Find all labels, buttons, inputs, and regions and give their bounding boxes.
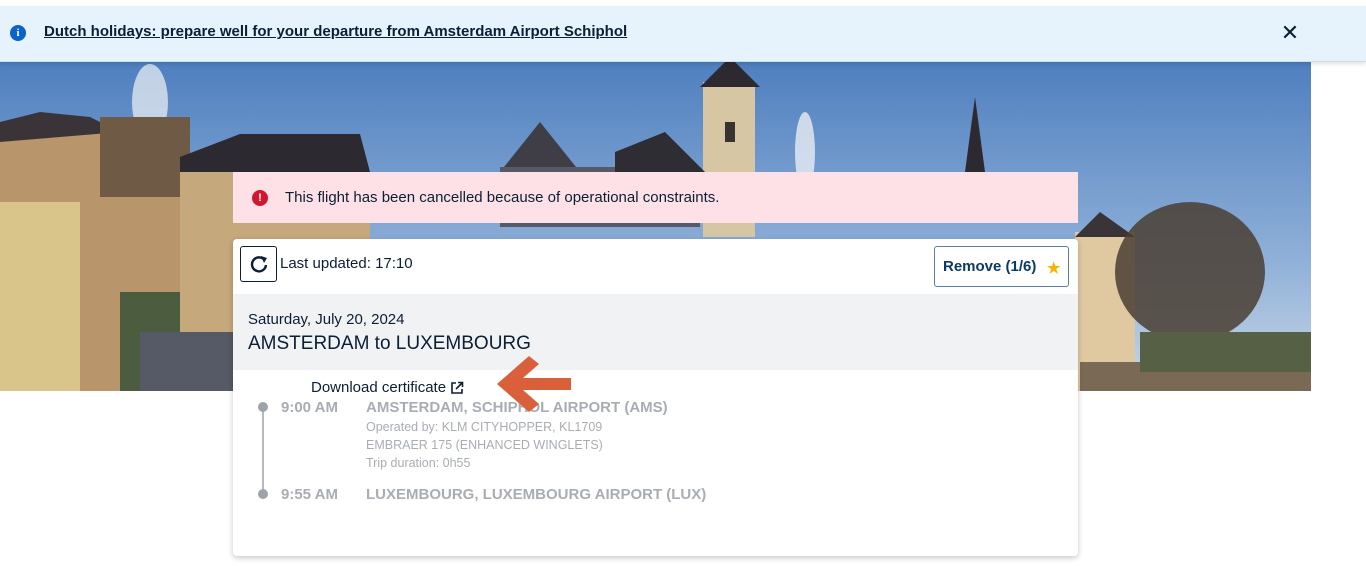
download-certificate-label: Download certificate xyxy=(311,379,447,396)
info-icon: i xyxy=(10,25,26,41)
departure-dot xyxy=(258,402,268,412)
close-icon[interactable]: ✕ xyxy=(1280,22,1300,44)
arrival-time: 9:55 AM xyxy=(281,486,338,503)
flight-header: Saturday, July 20, 2024 AMSTERDAM to LUX… xyxy=(233,294,1078,370)
star-icon: ★ xyxy=(1047,260,1061,277)
cancellation-alert: ! This flight has been cancelled because… xyxy=(233,172,1078,223)
trip-duration: Trip duration: 0h55 xyxy=(366,456,471,470)
download-certificate-link[interactable]: Download certificate xyxy=(311,379,464,396)
announcement-banner: i Dutch holidays: prepare well for your … xyxy=(0,6,1366,62)
remove-favorite-button[interactable]: Remove (1/6) ★ xyxy=(934,246,1069,287)
page: i Dutch holidays: prepare well for your … xyxy=(0,0,1366,572)
annotation-arrow-icon xyxy=(497,356,571,412)
flight-date: Saturday, July 20, 2024 xyxy=(248,311,405,328)
last-updated-text: Last updated: 17:10 xyxy=(280,255,413,272)
announcement-link[interactable]: Dutch holidays: prepare well for your de… xyxy=(44,23,627,40)
operated-by: Operated by: KLM CITYHOPPER, KL1709 xyxy=(366,420,603,434)
arrival-airport: LUXEMBOURG, LUXEMBOURG AIRPORT (LUX) xyxy=(366,486,707,503)
flight-card: Last updated: 17:10 Remove (1/6) ★ Satur… xyxy=(233,239,1078,556)
arrival-dot xyxy=(258,489,268,499)
external-link-icon xyxy=(451,381,464,394)
alert-icon: ! xyxy=(252,190,268,206)
aircraft-type: EMBRAER 175 (ENHANCED WINGLETS) xyxy=(366,438,603,452)
remove-button-label: Remove (1/6) xyxy=(943,258,1037,275)
alert-text: This flight has been cancelled because o… xyxy=(285,189,720,206)
flight-route: AMSTERDAM to LUXEMBOURG xyxy=(248,333,531,354)
refresh-icon xyxy=(250,256,267,273)
refresh-button[interactable] xyxy=(240,246,277,282)
departure-time: 9:00 AM xyxy=(281,399,338,416)
timeline-line xyxy=(262,409,264,494)
